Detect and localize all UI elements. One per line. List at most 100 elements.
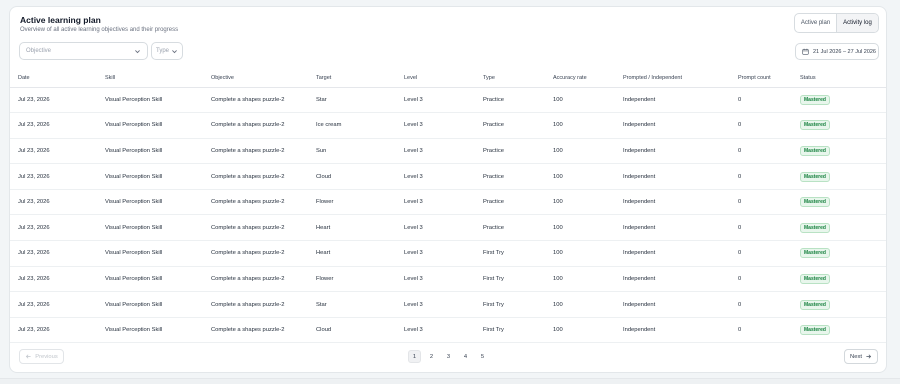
- column-header-type[interactable]: Type: [475, 70, 545, 88]
- column-header-date[interactable]: Date: [10, 70, 97, 88]
- cell-objective: Complete a shapes puzzle-2: [203, 291, 308, 318]
- column-header-prompted-independent[interactable]: Prompted / Independent: [615, 70, 730, 88]
- cell-type: Practice: [475, 214, 545, 242]
- cell-accuracy-rate: 100: [545, 112, 615, 139]
- objective-select[interactable]: Objective: [19, 42, 148, 60]
- table-row[interactable]: Jul 23, 2026 Visual Perception Skill Compl…: [10, 266, 886, 293]
- cell-status: Mastered: [792, 240, 886, 267]
- cell-target: Ice cream: [308, 112, 396, 139]
- cell-level: Level 3: [396, 317, 475, 344]
- cell-objective: Complete a shapes puzzle-2: [203, 266, 308, 293]
- cell-objective: Complete a shapes puzzle-2: [203, 138, 308, 165]
- cell-prompt-count: 0: [730, 138, 792, 165]
- cell-date: Jul 23, 2026: [10, 87, 97, 114]
- page-3[interactable]: 3: [442, 350, 455, 363]
- tab-active-plan[interactable]: Active plan: [795, 14, 836, 32]
- cell-date: Jul 23, 2026: [10, 112, 97, 139]
- status-badge: Mastered: [800, 248, 830, 259]
- cell-type: Practice: [475, 87, 545, 114]
- cell-accuracy-rate: 100: [545, 214, 615, 242]
- cell-level: Level 3: [396, 291, 475, 318]
- cell-target: Flower: [308, 189, 396, 216]
- status-badge: Mastered: [800, 273, 830, 284]
- column-header-skill[interactable]: Skill: [97, 70, 203, 88]
- page-title: Active learning plan: [20, 15, 101, 25]
- cell-prompted-independent: Independent: [615, 112, 730, 139]
- cell-level: Level 3: [396, 240, 475, 267]
- column-header-accuracy-rate[interactable]: Accuracy rate: [545, 70, 615, 88]
- cell-prompt-count: 0: [730, 112, 792, 139]
- cell-target: Cloud: [308, 163, 396, 190]
- cell-prompt-count: 0: [730, 291, 792, 318]
- cell-target: Cloud: [308, 317, 396, 344]
- cell-prompted-independent: Independent: [615, 189, 730, 216]
- tab-activity-log[interactable]: Activity log: [836, 14, 878, 32]
- table-row[interactable]: Jul 23, 2026 Visual Perception Skill Compl…: [10, 291, 886, 318]
- cell-type: First Try: [475, 266, 545, 293]
- cell-level: Level 3: [396, 87, 475, 114]
- page-5[interactable]: 5: [476, 350, 489, 363]
- cell-prompt-count: 0: [730, 189, 792, 216]
- next-button[interactable]: Next: [844, 349, 878, 364]
- cell-status: Mastered: [792, 317, 886, 344]
- cell-skill: Visual Perception Skill: [97, 112, 203, 139]
- page-subtitle: Overview of all active learning objectiv…: [20, 27, 179, 33]
- cell-objective: Complete a shapes puzzle-2: [203, 87, 308, 114]
- page-4[interactable]: 4: [459, 350, 472, 363]
- cell-prompt-count: 0: [730, 214, 792, 242]
- cell-prompt-count: 0: [730, 317, 792, 344]
- type-select[interactable]: Type: [151, 42, 183, 60]
- cell-type: First Try: [475, 291, 545, 318]
- cell-prompted-independent: Independent: [615, 240, 730, 267]
- cell-target: Flower: [308, 266, 396, 293]
- cell-target: Star: [308, 291, 396, 318]
- table-row[interactable]: Jul 23, 2026 Visual Perception Skill Compl…: [10, 240, 886, 267]
- table-row[interactable]: Jul 23, 2026 Visual Perception Skill Compl…: [10, 87, 886, 114]
- table-row[interactable]: Jul 23, 2026 Visual Perception Skill Compl…: [10, 138, 886, 165]
- cell-accuracy-rate: 100: [545, 291, 615, 318]
- table-row[interactable]: Jul 23, 2026 Visual Perception Skill Compl…: [10, 163, 886, 190]
- cell-status: Mastered: [792, 112, 886, 139]
- cell-objective: Complete a shapes puzzle-2: [203, 240, 308, 267]
- column-header-objective[interactable]: Objective: [203, 70, 308, 88]
- column-header-prompt-count[interactable]: Prompt count: [730, 70, 792, 88]
- table-row[interactable]: Jul 23, 2026 Visual Perception Skill Compl…: [10, 214, 886, 242]
- table-row[interactable]: Jul 23, 2026 Visual Perception Skill Compl…: [10, 189, 886, 216]
- cell-prompted-independent: Independent: [615, 214, 730, 242]
- cell-date: Jul 23, 2026: [10, 317, 97, 344]
- column-header-status[interactable]: Status: [792, 70, 886, 88]
- cell-accuracy-rate: 100: [545, 138, 615, 165]
- cell-skill: Visual Perception Skill: [97, 291, 203, 318]
- cell-type: Practice: [475, 138, 545, 165]
- cell-level: Level 3: [396, 214, 475, 242]
- cell-status: Mastered: [792, 266, 886, 293]
- cell-objective: Complete a shapes puzzle-2: [203, 163, 308, 190]
- calendar-icon: [802, 48, 809, 55]
- previous-label: Previous: [35, 353, 58, 360]
- cell-date: Jul 23, 2026: [10, 214, 97, 242]
- cell-skill: Visual Perception Skill: [97, 214, 203, 242]
- date-range-label: 21 Jul 2026 – 27 Jul 2026: [813, 48, 876, 55]
- cell-date: Jul 23, 2026: [10, 266, 97, 293]
- cell-skill: Visual Perception Skill: [97, 189, 203, 216]
- table-header-row: Date Skill Objective Target Level Type A…: [10, 70, 886, 88]
- page-2[interactable]: 2: [425, 350, 438, 363]
- previous-button[interactable]: Previous: [19, 349, 64, 364]
- cell-objective: Complete a shapes puzzle-2: [203, 214, 308, 242]
- column-header-target[interactable]: Target: [308, 70, 396, 88]
- chevron-down-icon: [170, 47, 178, 55]
- table-row[interactable]: Jul 23, 2026 Visual Perception Skill Compl…: [10, 317, 886, 344]
- cell-status: Mastered: [792, 189, 886, 216]
- cell-date: Jul 23, 2026: [10, 240, 97, 267]
- type-select-placeholder: Type: [156, 48, 170, 54]
- date-range-picker[interactable]: 21 Jul 2026 – 27 Jul 2026: [795, 43, 879, 60]
- activity-log-card: Active learning plan Overview of all act…: [9, 6, 887, 373]
- cell-target: Star: [308, 87, 396, 114]
- cell-accuracy-rate: 100: [545, 163, 615, 190]
- table-row[interactable]: Jul 23, 2026 Visual Perception Skill Compl…: [10, 112, 886, 139]
- cell-accuracy-rate: 100: [545, 266, 615, 293]
- page-1[interactable]: 1: [408, 350, 421, 363]
- pagination: Previous 1 2 3 4 5 Next: [10, 347, 886, 369]
- cell-skill: Visual Perception Skill: [97, 266, 203, 293]
- column-header-level[interactable]: Level: [396, 70, 475, 88]
